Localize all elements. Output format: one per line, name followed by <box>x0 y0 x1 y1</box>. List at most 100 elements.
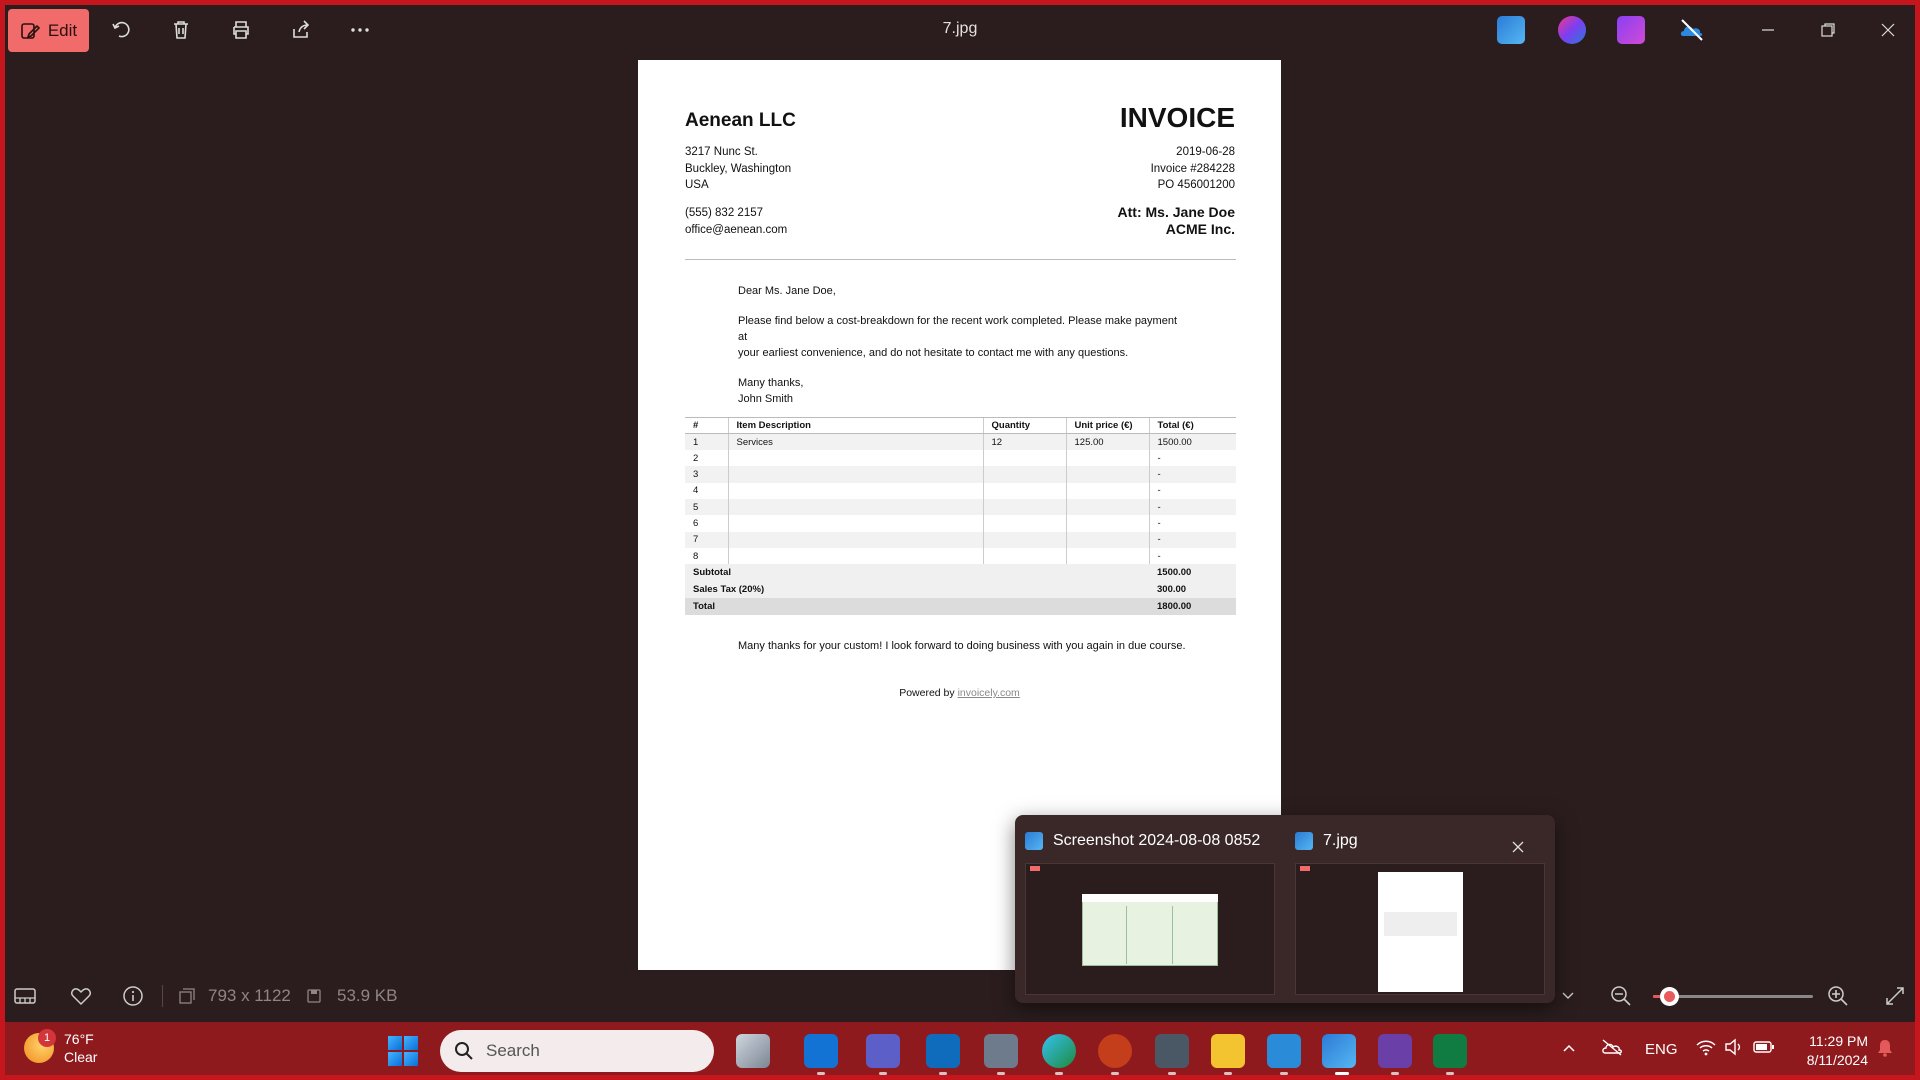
search-placeholder: Search <box>486 1041 540 1060</box>
zoom-out-icon[interactable] <box>1607 982 1635 1010</box>
switcher-item-title: Screenshot 2024-08-08 085209.... <box>1053 832 1260 849</box>
minimize-button[interactable] <box>1748 10 1788 50</box>
table-cell <box>727 482 983 499</box>
invoice-date: 2019-06-28 <box>1176 146 1235 158</box>
table-cell <box>727 450 983 467</box>
switcher-thumbnail <box>1295 863 1545 995</box>
chevron-down-icon[interactable] <box>1554 982 1582 1010</box>
phone-number: (555) 832 2157 <box>685 207 764 219</box>
zoom-in-icon[interactable] <box>1824 982 1852 1010</box>
table-row: 1 Services 12 125.00 1500.00 <box>685 433 1236 451</box>
task-view-icon[interactable] <box>736 1034 770 1068</box>
weather-temperature: 76°F <box>64 1031 94 1047</box>
table-cell <box>1065 482 1149 499</box>
table-cell <box>1065 498 1149 516</box>
weather-icon: 1 <box>24 1029 56 1063</box>
fullscreen-icon[interactable] <box>1881 982 1909 1010</box>
outlook-icon[interactable] <box>926 1034 960 1068</box>
table-cell <box>982 482 1066 499</box>
skype-icon[interactable] <box>804 1034 838 1068</box>
switcher-item-title: 7.jpg <box>1323 832 1358 849</box>
start-button[interactable] <box>388 1036 418 1066</box>
close-button[interactable] <box>1868 10 1908 50</box>
calculator-icon[interactable] <box>1155 1034 1189 1068</box>
salutation: Dear Ms. Jane Doe, <box>738 285 836 297</box>
filmstrip-icon[interactable] <box>11 982 39 1010</box>
title-bar: Edit 7.jpg <box>0 0 1920 60</box>
invoicely-link[interactable]: invoicely.com <box>958 687 1020 699</box>
photos-app-icon <box>1025 832 1043 850</box>
table-cell <box>727 466 983 483</box>
language-indicator[interactable]: ENG <box>1645 1041 1678 1058</box>
powered-by-label: Powered by <box>899 687 955 699</box>
file-explorer-icon[interactable] <box>1211 1034 1245 1068</box>
edge-icon[interactable] <box>1042 1034 1076 1068</box>
table-cell <box>982 547 1066 565</box>
recipient-company: ACME Inc. <box>1165 220 1235 237</box>
running-indicator <box>1055 1072 1063 1075</box>
excel-icon[interactable] <box>1433 1034 1467 1068</box>
table-cell: 6 <box>693 517 699 529</box>
switcher-close-button[interactable] <box>1506 835 1530 859</box>
signature: John Smith <box>738 393 794 405</box>
weather-widget[interactable]: 1 76°F Clear <box>24 1029 98 1066</box>
table-cell <box>982 531 1066 548</box>
weather-condition: Clear <box>64 1049 98 1065</box>
header-cell: Total (€) <box>1148 416 1236 435</box>
separator <box>162 985 163 1007</box>
running-indicator <box>997 1072 1005 1075</box>
recipient: Att: Ms. Jane Doe ACME Inc. <box>1118 204 1235 237</box>
letter-signoff: Many thanks, John Smith <box>738 375 1188 407</box>
battery-icon[interactable] <box>1753 1039 1775 1059</box>
table-cell <box>727 498 983 516</box>
closing-note: Many thanks for your custom! I look forw… <box>738 640 1186 652</box>
wifi-icon[interactable] <box>1695 1038 1717 1060</box>
info-icon[interactable] <box>119 982 147 1010</box>
letter-body-line: Please find below a cost-breakdown for t… <box>738 315 1178 343</box>
clipchamp-icon[interactable] <box>1617 16 1645 44</box>
volume-icon[interactable] <box>1724 1038 1744 1060</box>
running-indicator <box>1168 1072 1176 1075</box>
table-cell <box>1065 450 1149 467</box>
teams-icon[interactable] <box>866 1034 900 1068</box>
notepad-icon[interactable] <box>1267 1034 1301 1068</box>
company-address: 3217 Nunc St. Buckley, Washington USA <box>685 144 791 194</box>
table-cell: - <box>1148 531 1236 548</box>
table-cell: - <box>1148 466 1236 483</box>
snipping-tool-icon[interactable] <box>984 1034 1018 1068</box>
items-table: # Item Description Quantity Unit price (… <box>685 416 1236 616</box>
table-cell <box>982 466 1066 483</box>
powerpoint-icon[interactable] <box>1098 1034 1132 1068</box>
show-hidden-icons-chevron-up-icon[interactable] <box>1562 1040 1576 1057</box>
designer-icon[interactable] <box>1558 16 1586 44</box>
table-row: 6- <box>685 515 1236 532</box>
switcher-item-screenshot[interactable]: Screenshot 2024-08-08 085209.... <box>1015 823 1275 995</box>
table-header-row: # Item Description Quantity Unit price (… <box>685 416 1236 435</box>
window-switcher: Screenshot 2024-08-08 085209.... 7.jpg <box>1015 815 1555 1003</box>
onedrive-off-icon[interactable] <box>1678 16 1706 44</box>
photos-icon[interactable] <box>1322 1034 1356 1068</box>
total-row: Total 1800.00 <box>685 598 1236 616</box>
taskbar-search[interactable]: Search <box>440 1030 714 1072</box>
table-cell: 1 <box>685 433 728 451</box>
notification-bell-icon[interactable] <box>1876 1038 1894 1062</box>
table-cell: 8 <box>693 550 699 562</box>
photos-editor-icon[interactable] <box>1497 16 1525 44</box>
table-cell: 4 <box>693 485 699 497</box>
header-cell: Quantity <box>982 416 1066 435</box>
address-line: USA <box>685 179 709 191</box>
zoom-slider-thumb[interactable] <box>1660 987 1679 1006</box>
switcher-item-7jpg[interactable]: 7.jpg <box>1285 823 1545 995</box>
restore-button[interactable] <box>1808 10 1848 50</box>
onedrive-tray-icon[interactable] <box>1601 1038 1623 1060</box>
recipient-name: Att: Ms. Jane Doe <box>1117 204 1235 220</box>
vpn-app-icon[interactable] <box>1378 1034 1412 1068</box>
table-cell <box>1065 466 1149 483</box>
system-clock[interactable]: 11:29 PM 8/11/2024 <box>1807 1032 1868 1070</box>
table-cell: - <box>1148 450 1236 467</box>
company-contact: (555) 832 2157 office@aenean.com <box>685 205 787 238</box>
running-indicator <box>1224 1072 1232 1075</box>
header-cell: Item Description <box>727 416 983 435</box>
clock-date: 8/11/2024 <box>1806 1052 1868 1068</box>
favorite-icon[interactable] <box>67 982 95 1010</box>
